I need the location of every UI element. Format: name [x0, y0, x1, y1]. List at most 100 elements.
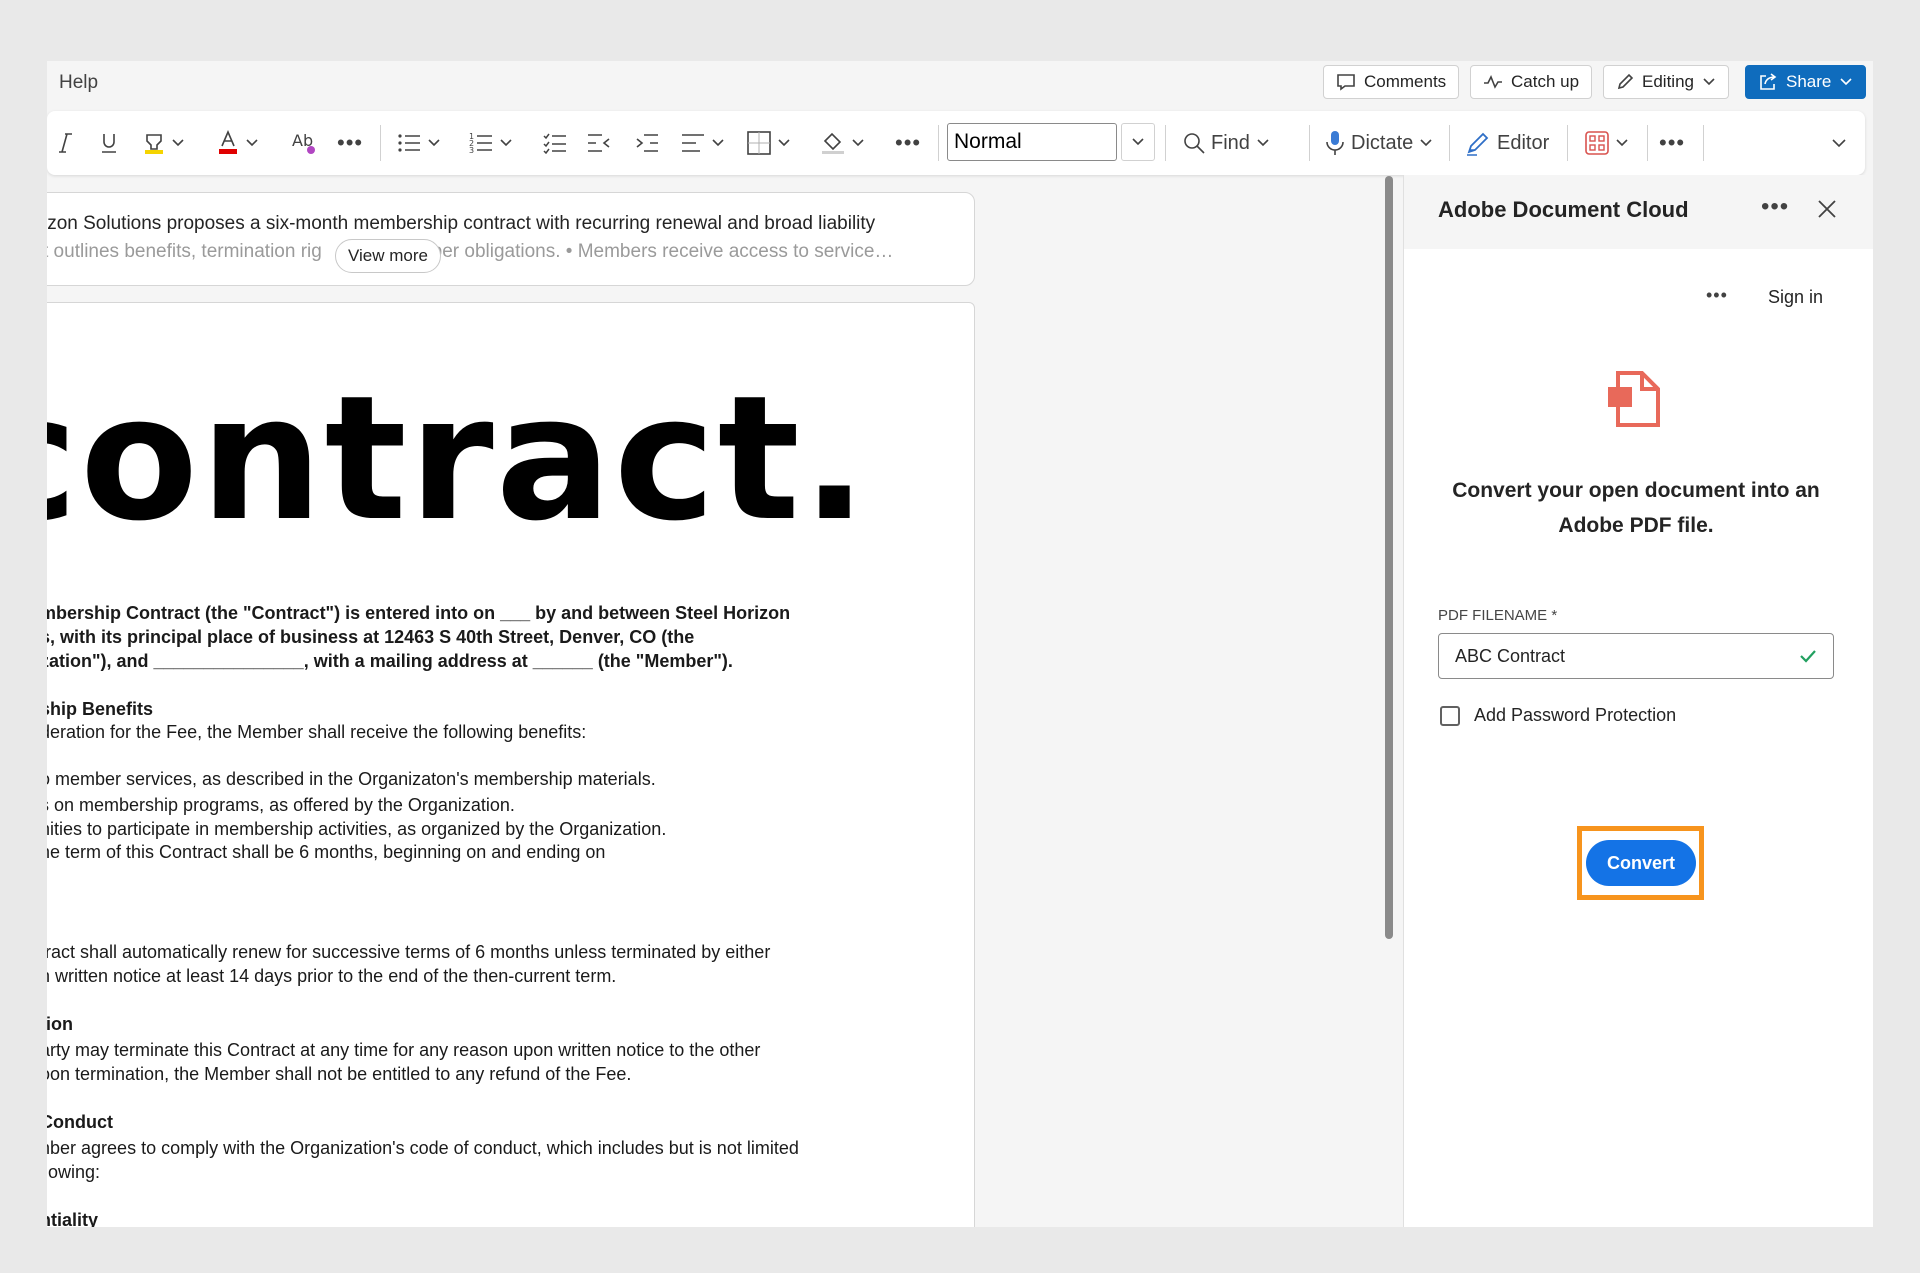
document-text-line: h written notice at least 14 days prior …	[47, 966, 617, 986]
style-dropdown-button[interactable]	[1121, 123, 1155, 161]
ribbon-separator	[1449, 125, 1450, 161]
ribbon-separator	[1567, 125, 1568, 161]
more-options-button[interactable]: •••	[1659, 111, 1685, 175]
numbering-button[interactable]: 123	[469, 111, 513, 175]
panel-close-button[interactable]	[1817, 199, 1837, 224]
password-label: Add Password Protection	[1474, 705, 1677, 725]
more-icon: •••	[1761, 193, 1790, 220]
chevron-down-icon	[246, 139, 258, 147]
editor-label: Editor	[1497, 131, 1550, 154]
shading-button[interactable]	[821, 111, 865, 175]
document-heading-line: s, with its principal place of business …	[47, 627, 695, 647]
editor-button[interactable]: Editor	[1465, 111, 1549, 175]
document-text-line: deration for the Fee, the Member shall r…	[47, 722, 587, 742]
panel-more-button[interactable]: •••	[1761, 193, 1789, 221]
ribbon-separator	[380, 125, 381, 161]
filename-input[interactable]: ABC Contract	[1438, 633, 1834, 679]
document-heading-line: zation"), and _______________, with a ma…	[47, 651, 733, 671]
decrease-indent-button[interactable]	[587, 111, 611, 175]
checklist-button[interactable]	[543, 111, 567, 175]
ribbon-separator	[1703, 125, 1704, 161]
account-more-button[interactable]: •••	[1706, 285, 1728, 306]
document-text-line: s on membership programs, as offered by …	[47, 795, 515, 815]
svg-text:3: 3	[469, 146, 474, 155]
addins-button[interactable]	[1585, 111, 1629, 175]
comments-button[interactable]: Comments	[1323, 65, 1460, 99]
chevron-down-icon	[1703, 78, 1715, 86]
catch-up-label: Catch up	[1511, 72, 1580, 91]
increase-indent-icon	[636, 134, 658, 152]
chevron-down-icon	[852, 139, 864, 147]
share-button[interactable]: Share	[1745, 65, 1867, 99]
underline-icon	[102, 134, 116, 153]
pdf-file-icon	[1604, 365, 1666, 436]
underline-button[interactable]	[99, 111, 119, 175]
document-heading-line: ntiality	[47, 1210, 99, 1227]
dictate-label: Dictate	[1351, 131, 1414, 154]
chevron-down-icon	[1840, 78, 1852, 86]
document-text-line: tract shall automatically renew for succ…	[47, 942, 771, 962]
more-paragraph-button[interactable]: •••	[895, 111, 921, 175]
borders-button[interactable]	[747, 111, 791, 175]
more-icon: •••	[337, 130, 364, 155]
document-heading-line: Conduct	[47, 1112, 113, 1132]
catch-up-button[interactable]: Catch up	[1470, 65, 1593, 99]
convert-button[interactable]: Convert	[1586, 840, 1696, 886]
pencil-icon	[1617, 73, 1634, 90]
document-text-line: nities to participate in membership acti…	[47, 819, 667, 839]
summary-text-faded: t outlines benefits, termination rig mber…	[47, 241, 893, 263]
checklist-icon	[543, 133, 566, 154]
pulse-icon	[1484, 75, 1502, 89]
chevron-down-icon	[1257, 139, 1269, 147]
chevron-down-icon	[1420, 139, 1432, 147]
ribbon-toolbar: Ab ••• 123 ••• Normal Find Dictate Edito…	[47, 111, 1865, 175]
microphone-icon	[1326, 131, 1344, 155]
comment-icon	[1337, 74, 1355, 91]
convert-description: Convert your open document into an Adobe…	[1452, 479, 1820, 537]
menu-help[interactable]: Help	[59, 72, 98, 94]
ribbon-expand-button[interactable]	[1831, 111, 1847, 175]
font-color-button[interactable]	[217, 111, 259, 175]
italic-button[interactable]	[55, 111, 75, 175]
document-heading-line: ship Benefits	[47, 699, 154, 719]
chevron-down-icon	[1132, 138, 1144, 146]
spelling-button[interactable]: Ab	[291, 111, 317, 175]
align-button[interactable]	[681, 111, 725, 175]
document-text-line: oon termination, the Member shall not be…	[47, 1064, 632, 1084]
document-scrollbar[interactable]	[1385, 176, 1393, 939]
share-label: Share	[1786, 72, 1832, 91]
summary-text: izon Solutions proposes a six-month memb…	[47, 213, 876, 234]
italic-icon	[59, 133, 72, 153]
shading-icon	[822, 132, 844, 154]
ribbon-separator	[1647, 125, 1648, 161]
chevron-down-icon	[1616, 139, 1628, 147]
find-button[interactable]: Find	[1183, 111, 1270, 175]
document-page[interactable]: contract. mbership Contract (the "Contra…	[47, 302, 975, 1227]
font-color-icon	[219, 130, 237, 154]
highlight-button[interactable]	[143, 111, 185, 175]
ribbon-separator	[1309, 125, 1310, 161]
password-checkbox[interactable]	[1440, 705, 1460, 726]
ribbon-separator	[938, 125, 939, 161]
panel-header: Adobe Document Cloud •••	[1404, 175, 1873, 249]
more-font-button[interactable]: •••	[337, 111, 363, 175]
ribbon-separator	[1165, 125, 1166, 161]
panel-title: Adobe Document Cloud	[1438, 197, 1689, 222]
numbering-icon: 123	[469, 132, 492, 155]
dictate-button[interactable]: Dictate	[1325, 111, 1433, 175]
password-protection-option[interactable]: Add Password Protection	[1440, 705, 1676, 726]
document-summary-card: izon Solutions proposes a six-month memb…	[47, 192, 975, 286]
bullets-button[interactable]	[397, 111, 441, 175]
view-more-button[interactable]: View more	[335, 239, 441, 273]
document-heading-line: tion	[47, 1014, 73, 1034]
chevron-down-icon	[778, 139, 790, 147]
chevron-down-icon	[1832, 139, 1846, 148]
document-text-line: nber agrees to comply with the Organizat…	[47, 1138, 799, 1158]
sign-in-link[interactable]: Sign in	[1768, 287, 1823, 308]
editor-pen-icon	[1467, 132, 1489, 156]
style-selector[interactable]: Normal	[947, 123, 1117, 161]
align-icon	[682, 134, 704, 152]
increase-indent-button[interactable]	[635, 111, 659, 175]
highlight-icon	[145, 134, 163, 154]
editing-mode-button[interactable]: Editing	[1603, 65, 1729, 99]
